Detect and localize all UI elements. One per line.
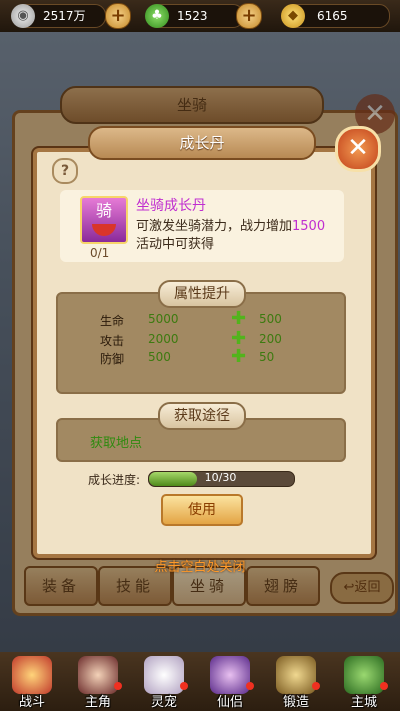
stat-label-defense: 防御	[100, 352, 125, 366]
item-source-note: 活动中可获得	[136, 237, 215, 252]
jade-display: ♣ 1523	[145, 4, 244, 28]
add-jade-button[interactable]: +	[236, 3, 262, 29]
progress-text: 10/30	[204, 471, 237, 484]
use-button[interactable]: 使用	[161, 494, 243, 526]
stat-bonus-attack: 200	[259, 332, 282, 346]
notification-dot	[180, 682, 188, 690]
nav-companion[interactable]: 仙侣	[202, 654, 258, 710]
plus-icon: ✚	[231, 346, 247, 367]
mount-pill-icon[interactable]: 骑	[80, 196, 128, 244]
silver-display: ◉ 2517万	[11, 4, 106, 28]
close-hint: 点击空白处关闭	[154, 560, 246, 575]
source-header: 获取途径	[158, 402, 246, 430]
nav-label: 战斗	[18, 695, 45, 710]
item-bowl-shape	[92, 224, 116, 236]
nav-pet[interactable]: 灵宠	[136, 654, 192, 710]
crossed-swords-icon	[12, 656, 52, 694]
nav-label: 主城	[350, 695, 377, 710]
item-description: 可激发坐骑潜力，战力增加1500	[136, 215, 325, 234]
stat-value-attack: 2000	[148, 332, 179, 346]
gold-value: 6165	[317, 9, 348, 23]
gold-ingot-icon: ◆	[281, 4, 305, 28]
notification-dot	[380, 682, 388, 690]
stat-label-hp: 生命	[100, 314, 125, 328]
notification-dot	[312, 682, 320, 690]
notification-dot	[246, 682, 254, 690]
item-name: 坐骑成长丹	[136, 198, 206, 214]
forge-anvil-icon	[276, 656, 316, 694]
stat-value-defense: 500	[148, 350, 171, 364]
help-icon[interactable]: ?	[52, 158, 78, 184]
gold-display: ◆ 6165	[281, 4, 390, 28]
city-pagoda-icon	[344, 656, 384, 694]
item-count: 0/1	[90, 246, 110, 260]
companion-portrait-icon	[210, 656, 250, 694]
nav-battle[interactable]: 战斗	[4, 654, 60, 710]
source-location-link[interactable]: 获取地点	[90, 432, 142, 451]
stat-bonus-defense: 50	[259, 350, 275, 364]
plus-icon: ✚	[231, 308, 247, 329]
nav-city[interactable]: 主城	[336, 654, 392, 710]
nav-label: 主角	[84, 695, 111, 710]
nav-hero[interactable]: 主角	[70, 654, 126, 710]
jade-icon: ♣	[145, 4, 169, 28]
fox-pet-icon	[144, 656, 184, 694]
dialog-title: 成长丹	[88, 126, 316, 160]
attributes-header: 属性提升	[158, 280, 246, 308]
item-desc-value: 1500	[292, 219, 326, 234]
progress-label: 成长进度:	[88, 473, 141, 487]
jade-value: 1523	[177, 9, 208, 23]
silver-value: 2517万	[43, 9, 86, 23]
nav-label: 灵宠	[150, 695, 177, 710]
hero-portrait-icon	[78, 656, 118, 694]
item-desc-text: 可激发坐骑潜力，战力增加	[136, 219, 293, 234]
silver-coin-icon: ◉	[11, 4, 35, 28]
notification-dot	[114, 682, 122, 690]
stat-label-attack: 攻击	[100, 334, 125, 348]
stat-bonus-hp: 500	[259, 312, 282, 326]
nav-forge[interactable]: 锻造	[268, 654, 324, 710]
close-icon[interactable]: ✕	[335, 126, 381, 172]
nav-label: 仙侣	[216, 695, 243, 710]
plus-icon: ✚	[231, 328, 247, 349]
nav-label: 锻造	[282, 695, 309, 710]
item-icon-char: 骑	[95, 201, 112, 220]
stat-value-hp: 5000	[148, 312, 179, 326]
add-silver-button[interactable]: +	[105, 3, 131, 29]
